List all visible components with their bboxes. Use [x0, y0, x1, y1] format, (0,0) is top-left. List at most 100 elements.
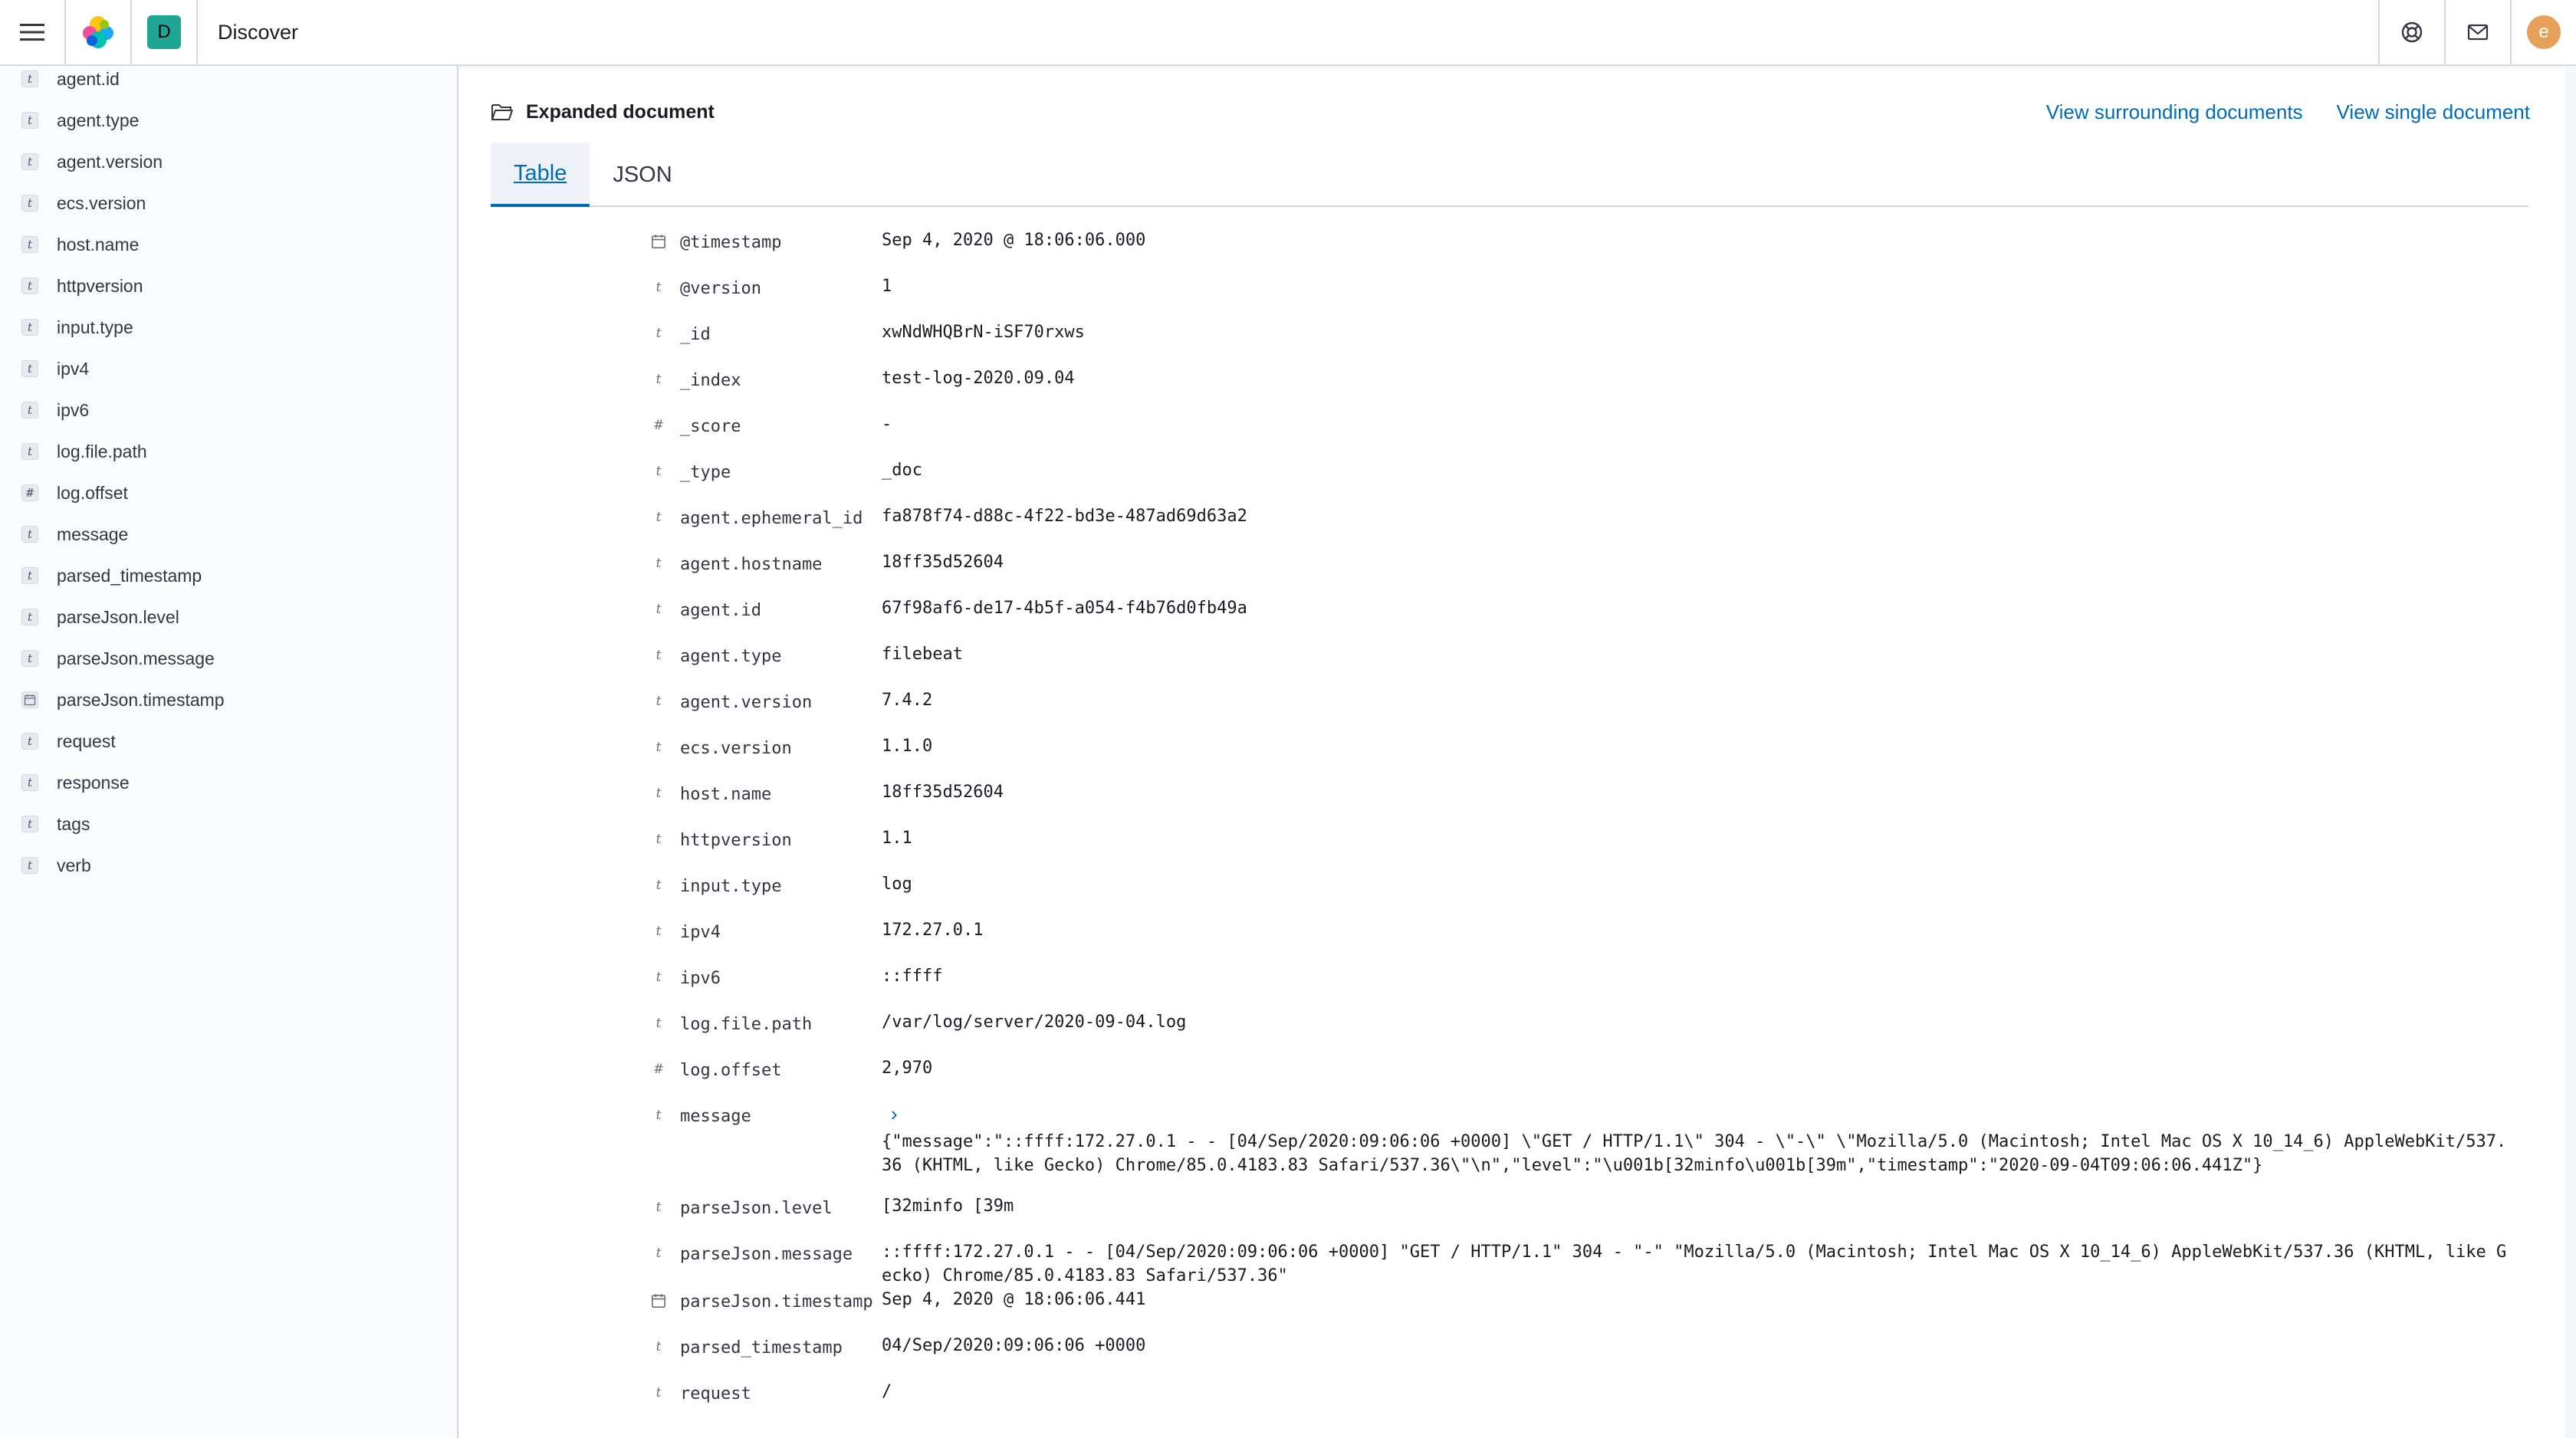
string-type-icon: t [21, 277, 38, 294]
page-scrollbar[interactable] [2565, 66, 2576, 1438]
string-type-icon: t [656, 740, 662, 755]
number-type-icon: # [652, 1062, 665, 1077]
sidebar-field-item[interactable]: t parseJson.message [0, 638, 457, 679]
string-type-icon: t [21, 319, 38, 336]
elastic-logo [83, 16, 113, 48]
string-type-icon: t [21, 857, 38, 874]
sidebar-field-name: parseJson.timestamp [57, 689, 225, 710]
sidebar-field-name: agent.type [57, 110, 140, 130]
tab-table[interactable]: Table [491, 143, 590, 207]
sidebar-field-item[interactable]: t parseJson.level [0, 596, 457, 638]
string-type-icon: t [21, 443, 38, 460]
sidebar-field-name: httpversion [57, 275, 143, 296]
newsfeed-button[interactable] [2444, 0, 2510, 65]
string-type-icon: t [21, 733, 38, 750]
doc-field-key: host.name [680, 785, 772, 804]
sidebar-field-name: input.type [57, 317, 133, 337]
sidebar-field-item[interactable]: t message [0, 514, 457, 555]
document-panel: Expanded document View surrounding docum… [460, 66, 2576, 1438]
sidebar-field-name: ipv6 [57, 399, 90, 420]
sidebar-field-item[interactable]: parseJson.timestamp [0, 679, 457, 721]
user-menu-button[interactable]: e [2510, 0, 2576, 65]
doc-field-key: agent.id [680, 601, 761, 620]
doc-field-key: agent.type [680, 647, 782, 666]
calendar-icon [652, 1294, 665, 1308]
string-type-icon: t [656, 1246, 662, 1261]
sidebar-field-item[interactable]: t log.file.path [0, 431, 457, 472]
sidebar-field-item[interactable]: t ipv4 [0, 348, 457, 389]
date-type-icon [650, 1292, 667, 1309]
doc-field-key: parsed_timestamp [680, 1338, 843, 1358]
view-single-document-link[interactable]: View single document [2337, 100, 2530, 124]
string-type-icon: t [21, 609, 38, 625]
sidebar-field-name: log.file.path [57, 441, 147, 461]
doc-field-value: 18ff35d52604 [882, 783, 1004, 802]
sidebar-field-item[interactable]: t request [0, 721, 457, 762]
string-type-icon: t [21, 526, 38, 543]
doc-field-key: input.type [680, 877, 782, 896]
folder-open-icon [491, 104, 513, 120]
doc-field-value: / [882, 1382, 892, 1401]
string-type-icon: t [656, 970, 662, 985]
sidebar-field-name: response [57, 772, 130, 793]
string-type-icon: t [21, 153, 38, 170]
doc-field-value: 04/Sep/2020:09:06:06 +0000 [882, 1336, 1146, 1355]
sidebar-field-name: parseJson.level [57, 606, 179, 627]
doc-field-value: 1.1 [882, 829, 912, 848]
string-type-icon: t [656, 510, 662, 525]
doc-field-key: request [680, 1384, 751, 1404]
calendar-icon [652, 235, 665, 248]
doc-field-value: _doc [882, 461, 922, 480]
sidebar-field-item[interactable]: t agent.type [0, 100, 457, 141]
string-type-icon: t [21, 650, 38, 667]
menu-button[interactable] [0, 0, 64, 65]
sidebar-field-item[interactable]: t parsed_timestamp [0, 555, 457, 596]
sidebar-field-name: verb [57, 855, 91, 875]
sidebar-field-item[interactable]: t agent.version [0, 141, 457, 182]
sidebar-field-item[interactable]: t tags [0, 803, 457, 845]
string-type-icon: t [21, 816, 38, 832]
doc-field-key: @timestamp [680, 233, 782, 252]
doc-field-value: filebeat [882, 645, 963, 664]
sidebar-field-name: ipv4 [57, 358, 90, 379]
doc-field-key: _id [680, 325, 711, 344]
doc-field-value: 1 [882, 277, 892, 296]
sidebar-field-item[interactable]: # log.offset [0, 472, 457, 514]
doc-field-key: _type [680, 463, 731, 482]
string-type-icon: t [656, 280, 662, 295]
doc-field-value: log [882, 875, 912, 894]
field-sidebar: t agent.id t agent.type t agent.version t ecs.v… [0, 66, 458, 1438]
string-type-icon: t [21, 774, 38, 791]
string-type-icon: t [656, 1385, 662, 1400]
string-type-icon: t [656, 832, 662, 847]
string-type-icon: t [21, 236, 38, 253]
sidebar-field-name: agent.version [57, 151, 163, 172]
home-logo-link[interactable] [64, 0, 132, 65]
space-selector[interactable]: D [132, 0, 198, 65]
chevron-right-icon[interactable]: › [891, 1102, 898, 1126]
space-badge: D [147, 15, 181, 49]
sidebar-field-item[interactable]: t host.name [0, 224, 457, 265]
doc-field-value: 172.27.0.1 [882, 921, 984, 940]
view-surrounding-documents-link[interactable]: View surrounding documents [2046, 100, 2303, 124]
sidebar-field-item[interactable]: t ecs.version [0, 182, 457, 224]
sidebar-field-name: log.offset [57, 482, 128, 503]
sidebar-field-name: parseJson.message [57, 648, 215, 668]
sidebar-field-name: parsed_timestamp [57, 565, 202, 586]
string-type-icon: t [21, 195, 38, 212]
doc-field-value: [32minfo [39m [882, 1197, 1014, 1216]
sidebar-field-item[interactable]: t agent.id [0, 66, 457, 100]
sidebar-field-name: request [57, 730, 116, 751]
sidebar-field-item[interactable]: t response [0, 762, 457, 803]
doc-field-key: httpversion [680, 831, 792, 850]
sidebar-field-item[interactable]: t ipv6 [0, 389, 457, 431]
string-type-icon: t [21, 112, 38, 129]
sidebar-field-item[interactable]: t httpversion [0, 265, 457, 307]
tab-json[interactable]: JSON [590, 143, 695, 207]
doc-field-value: 7.4.2 [882, 691, 933, 710]
sidebar-field-item[interactable]: t verb [0, 845, 457, 886]
doc-field-value: 18ff35d52604 [882, 553, 1004, 572]
doc-field-value: ::ffff [882, 967, 943, 986]
help-button[interactable] [2378, 0, 2444, 65]
sidebar-field-item[interactable]: t input.type [0, 307, 457, 348]
